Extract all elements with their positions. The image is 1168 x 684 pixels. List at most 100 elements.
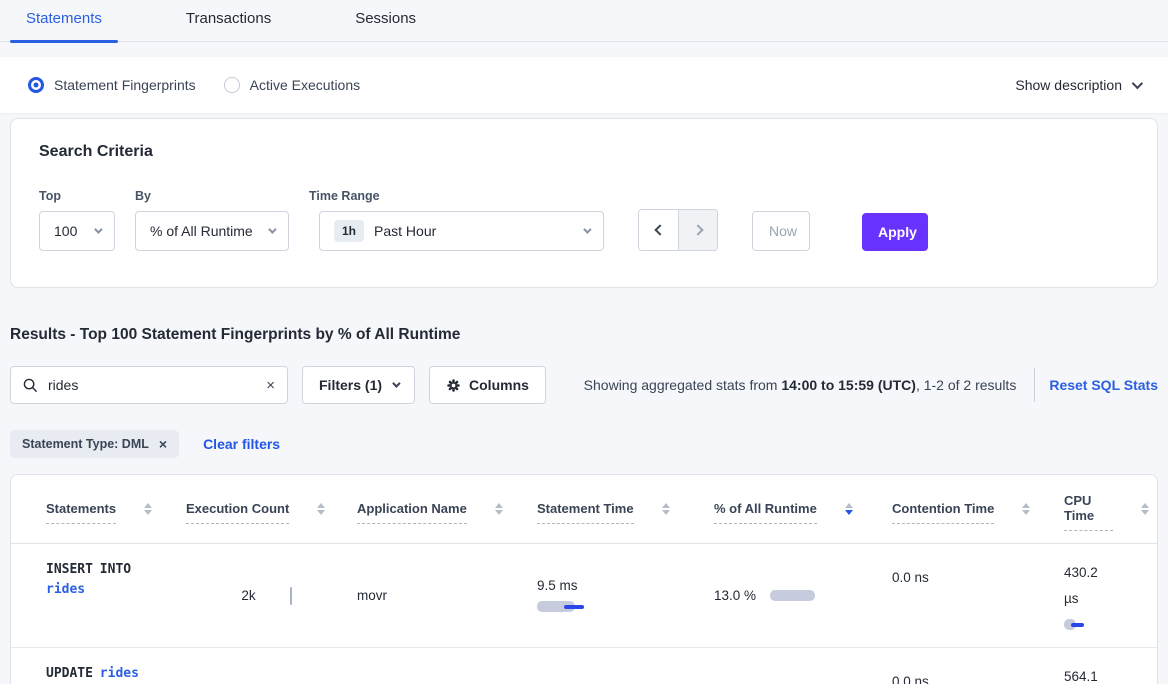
columns-button[interactable]: Columns <box>429 366 546 404</box>
tab-sessions[interactable]: Sessions <box>339 10 432 41</box>
tab-transactions-label: Transactions <box>186 10 271 27</box>
sort-icon <box>1141 503 1149 515</box>
table-row: UPDATE rides SET… 264 movr 9.0 ms 1.8 % … <box>11 648 1157 684</box>
time-range-field: Time Range 1h Past Hour <box>309 189 604 251</box>
view-radio-group: Statement Fingerprints Active Executions <box>28 77 360 93</box>
time-range-value: Past Hour <box>374 223 436 239</box>
cpu-time-cell: 430.2 µs <box>1064 544 1157 647</box>
sort-icon <box>662 503 670 515</box>
by-label: By <box>135 189 289 203</box>
sort-icon <box>144 503 152 515</box>
statements-table: Statements Execution Count Application N… <box>10 474 1158 684</box>
sort-icon <box>317 503 325 515</box>
remove-filter-icon[interactable]: × <box>159 437 167 451</box>
top-label: Top <box>39 189 115 203</box>
tab-statements-label: Statements <box>26 10 102 27</box>
contention-time-cell: 0.0 ns <box>892 544 1064 647</box>
column-header-contention-time[interactable]: Contention Time <box>892 475 1064 543</box>
results-heading: Results - Top 100 Statement Fingerprints… <box>10 326 1158 344</box>
time-range-select[interactable]: 1h Past Hour <box>319 211 604 251</box>
pct-runtime-cell: 1.8 % <box>714 648 892 684</box>
prev-time-button[interactable] <box>639 210 678 250</box>
table-row: INSERT INTO rides 2k movr 9.5 ms 13.0 % … <box>11 544 1157 648</box>
statement-time-bar <box>537 601 584 613</box>
pct-runtime-bar <box>770 590 815 602</box>
time-step-buttons <box>638 209 718 251</box>
apply-button[interactable]: Apply <box>862 213 928 251</box>
tab-statements[interactable]: Statements <box>10 10 118 41</box>
show-description-label: Show description <box>1015 77 1122 93</box>
showing-stats-text: Showing aggregated stats from 14:00 to 1… <box>584 377 1017 393</box>
by-select[interactable]: % of All Runtime <box>135 211 289 251</box>
chevron-down-icon <box>583 225 591 233</box>
radio-active-executions-label: Active Executions <box>250 77 361 93</box>
execution-count-cell: 2k <box>186 544 357 647</box>
application-name-cell: movr <box>357 648 537 684</box>
tab-transactions[interactable]: Transactions <box>170 10 287 41</box>
top-select-value: 100 <box>54 223 77 239</box>
column-header-statements[interactable]: Statements <box>46 475 186 543</box>
statement-cell: UPDATE rides SET… <box>46 648 186 684</box>
chevron-left-icon <box>654 224 665 235</box>
top-field: Top 100 <box>39 189 115 251</box>
column-header-pct-of-all-runtime[interactable]: % of All Runtime <box>714 475 892 543</box>
clear-filters-link[interactable]: Clear filters <box>203 436 280 452</box>
search-criteria-title: Search Criteria <box>39 143 1129 161</box>
by-select-value: % of All Runtime <box>150 223 253 239</box>
top-tabs-bar: Statements Transactions Sessions <box>0 0 1168 42</box>
now-button[interactable]: Now <box>752 211 810 251</box>
table-header-row: Statements Execution Count Application N… <box>11 475 1157 544</box>
pct-runtime-cell: 13.0 % <box>714 544 892 647</box>
statement-search-box: × <box>10 366 288 404</box>
view-toggle-bar: Statement Fingerprints Active Executions… <box>0 57 1168 113</box>
statement-link[interactable]: rides <box>46 582 85 597</box>
cpu-time-cell: 564.1 µs <box>1064 648 1157 684</box>
radio-active-executions[interactable]: Active Executions <box>224 77 361 93</box>
filters-button-label: Filters (1) <box>319 377 382 393</box>
show-description-toggle[interactable]: Show description <box>1015 77 1140 93</box>
filter-tag-label: Statement Type: DML <box>22 437 149 451</box>
chevron-down-icon <box>1132 78 1143 89</box>
columns-button-label: Columns <box>469 377 529 393</box>
sort-icon <box>845 503 853 515</box>
reset-sql-stats-link[interactable]: Reset SQL Stats <box>1049 377 1158 393</box>
gear-icon <box>446 378 461 393</box>
radio-statement-fingerprints[interactable]: Statement Fingerprints <box>28 77 196 93</box>
filter-pills-row: Statement Type: DML × Clear filters <box>10 430 1158 458</box>
statement-cell: INSERT INTO rides <box>46 544 186 647</box>
by-field: By % of All Runtime <box>135 189 289 251</box>
filter-tag-statement-type[interactable]: Statement Type: DML × <box>10 430 179 458</box>
contention-time-cell: 0.0 ns <box>892 648 1064 684</box>
filters-button[interactable]: Filters (1) <box>302 366 415 404</box>
column-header-statement-time[interactable]: Statement Time <box>537 475 714 543</box>
next-time-button[interactable] <box>678 210 717 250</box>
execution-count-cell: 264 <box>186 648 357 684</box>
tab-sessions-label: Sessions <box>355 10 416 27</box>
column-header-execution-count[interactable]: Execution Count <box>186 475 357 543</box>
chevron-right-icon <box>692 224 703 235</box>
search-icon <box>23 378 38 393</box>
radio-unselected-icon <box>224 77 240 93</box>
radio-statement-fingerprints-label: Statement Fingerprints <box>54 77 196 93</box>
top-select[interactable]: 100 <box>39 211 115 251</box>
execution-count-bar <box>290 587 292 605</box>
statement-time-cell: 9.0 ms <box>537 648 714 684</box>
column-header-cpu-time[interactable]: CPU Time <box>1064 475 1157 543</box>
chevron-down-icon <box>392 379 400 387</box>
chevron-down-icon <box>94 225 102 233</box>
radio-selected-icon <box>28 77 44 93</box>
search-criteria-card: Search Criteria Top 100 By % of All Runt… <box>10 118 1158 288</box>
statement-link[interactable]: rides <box>100 666 139 681</box>
search-input[interactable] <box>48 377 256 393</box>
statement-time-cell: 9.5 ms <box>537 544 714 647</box>
sort-icon <box>495 503 503 515</box>
clear-search-icon[interactable]: × <box>266 378 275 393</box>
column-header-application-name[interactable]: Application Name <box>357 475 537 543</box>
application-name-cell: movr <box>357 544 537 647</box>
results-controls-row: × Filters (1) Columns Showing aggregated… <box>10 366 1158 404</box>
vertical-divider <box>1034 368 1035 402</box>
time-range-label: Time Range <box>309 189 604 203</box>
sort-icon <box>1022 503 1030 515</box>
chevron-down-icon <box>268 225 276 233</box>
cpu-time-bar <box>1064 619 1084 631</box>
